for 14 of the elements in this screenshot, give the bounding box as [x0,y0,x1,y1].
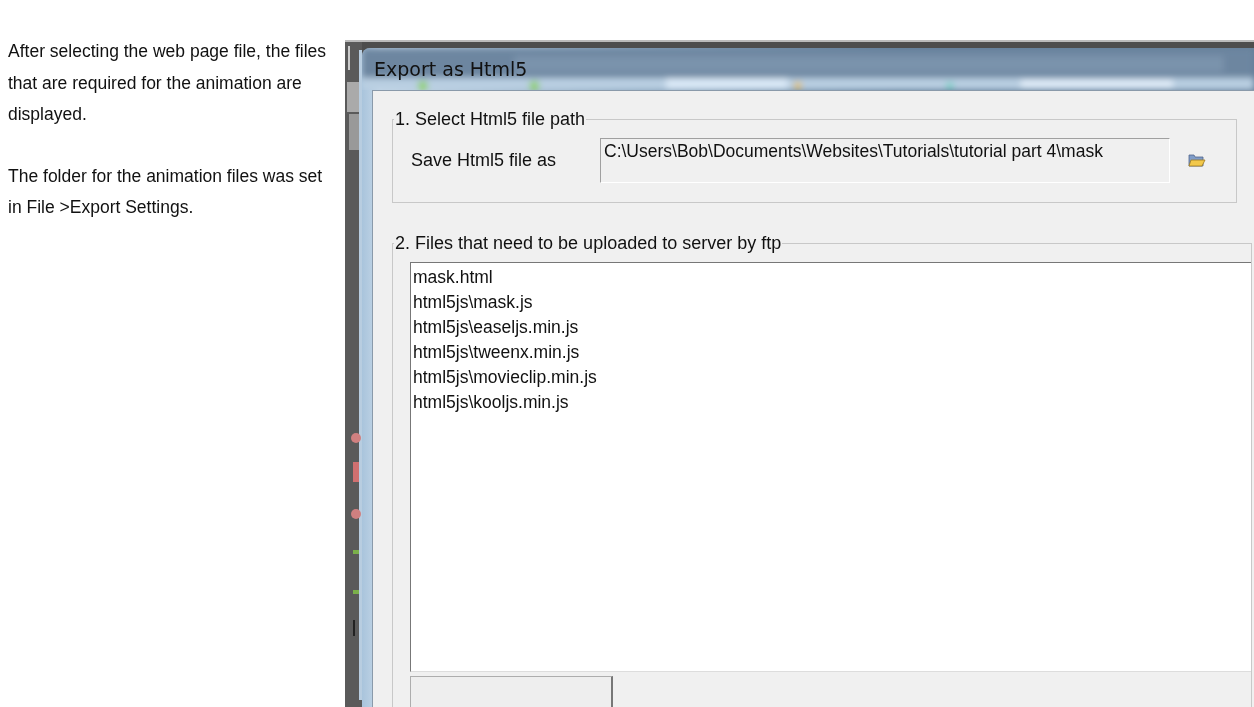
file-item: html5js\easeljs.min.js [413,316,580,339]
instruction-text: The folder for the animation files was set in File >Export Settings. [8,164,324,219]
group-title: 1. Select Html5 file path [394,109,587,130]
file-item: html5js\kooljs.min.js [413,391,570,414]
file-item: html5js\mask.js [413,291,534,314]
file-item: mask.html [413,266,494,289]
instruction-text: After selecting the web page file, the files that are required for the animation are displayed. [8,40,328,126]
folder-icon[interactable] [1188,153,1206,167]
field-label: Save Html5 file as [411,149,558,171]
window-title: Export as Html5 [374,58,528,80]
group-title: 2. Files that need to be uploaded to server by ftp [394,233,783,254]
file-item: html5js\movieclip.min.js [413,366,598,389]
file-item: html5js\tweenx.min.js [413,341,581,364]
path-field[interactable]: C:\Users\Bob\Documents\Websites\Tutorials\tutorial part 4\mask [600,137,1170,183]
